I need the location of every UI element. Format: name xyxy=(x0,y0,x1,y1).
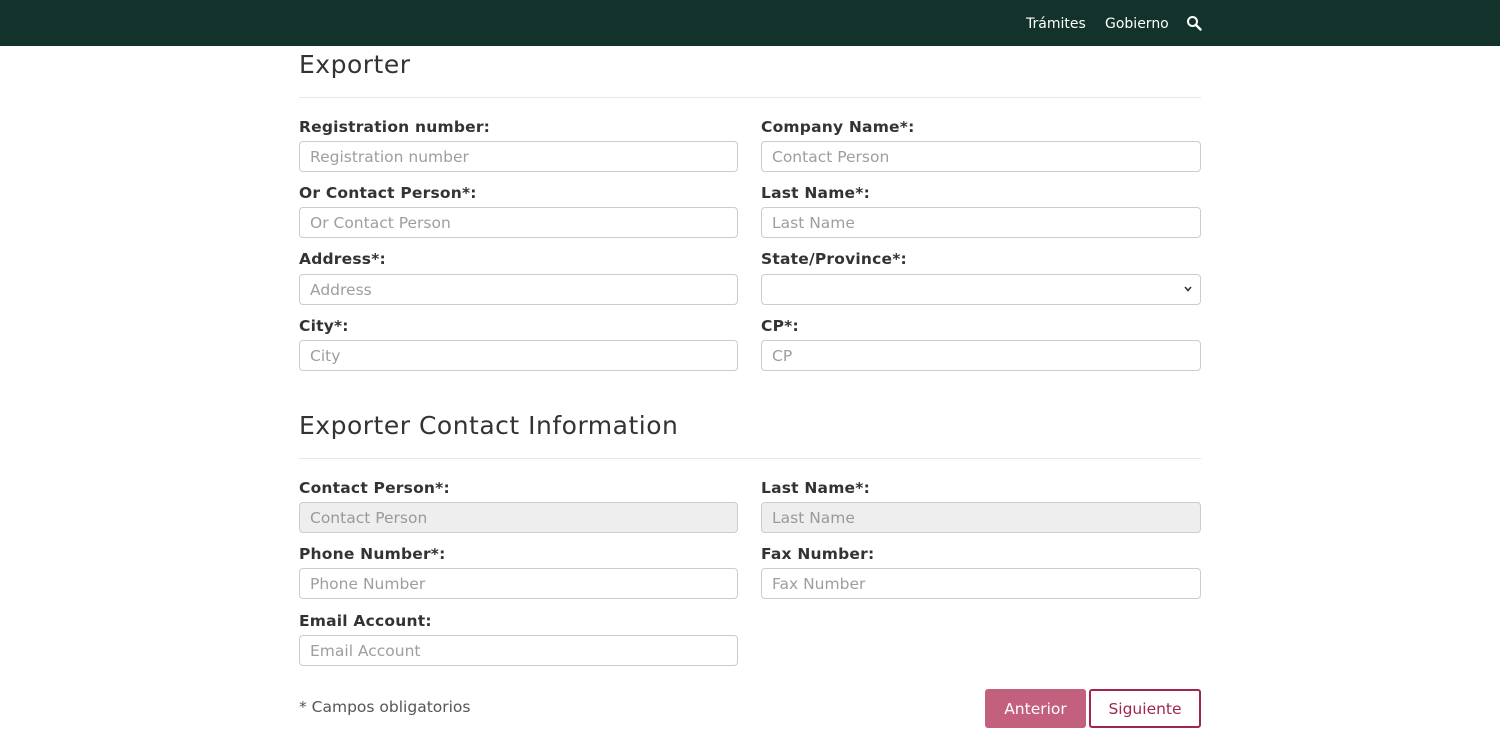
state-province-select[interactable] xyxy=(761,274,1201,305)
state-province-label: State/Province*: xyxy=(761,250,907,268)
section-divider xyxy=(299,97,1201,98)
nav-link-gobierno[interactable]: Gobierno xyxy=(1105,15,1169,33)
cp-label: CP*: xyxy=(761,317,799,335)
email-account-input[interactable] xyxy=(299,635,738,666)
section-title-contact-info: Exporter Contact Information xyxy=(299,411,679,440)
contact-person-input xyxy=(299,502,738,533)
company-name-label: Company Name*: xyxy=(761,118,915,136)
top-navbar: Trámites Gobierno xyxy=(0,0,1500,46)
required-fields-note: * Campos obligatorios xyxy=(299,698,471,716)
city-label: City*: xyxy=(299,317,349,335)
next-button[interactable]: Siguiente xyxy=(1089,689,1201,728)
address-input[interactable] xyxy=(299,274,738,305)
company-name-input[interactable] xyxy=(761,141,1201,172)
city-input[interactable] xyxy=(299,340,738,371)
contact-last-name-label: Last Name*: xyxy=(761,479,870,497)
contact-person-label: Contact Person*: xyxy=(299,479,450,497)
or-contact-person-label: Or Contact Person*: xyxy=(299,184,477,202)
email-account-label: Email Account: xyxy=(299,612,432,630)
cp-input[interactable] xyxy=(761,340,1201,371)
fax-number-label: Fax Number: xyxy=(761,545,875,563)
last-name-input[interactable] xyxy=(761,207,1201,238)
search-icon[interactable] xyxy=(1186,15,1202,31)
registration-number-input[interactable] xyxy=(299,141,738,172)
nav-link-tramites[interactable]: Trámites xyxy=(1026,15,1086,33)
phone-number-label: Phone Number*: xyxy=(299,545,446,563)
previous-button[interactable]: Anterior xyxy=(985,689,1086,728)
registration-number-label: Registration number: xyxy=(299,118,491,136)
chevron-down-icon xyxy=(1184,286,1192,292)
or-contact-person-input[interactable] xyxy=(299,207,738,238)
last-name-label: Last Name*: xyxy=(761,184,870,202)
contact-last-name-input xyxy=(761,502,1201,533)
phone-number-input[interactable] xyxy=(299,568,738,599)
address-label: Address*: xyxy=(299,250,386,268)
fax-number-input[interactable] xyxy=(761,568,1201,599)
section-title-exporter: Exporter xyxy=(299,50,411,79)
section-divider xyxy=(299,458,1201,459)
